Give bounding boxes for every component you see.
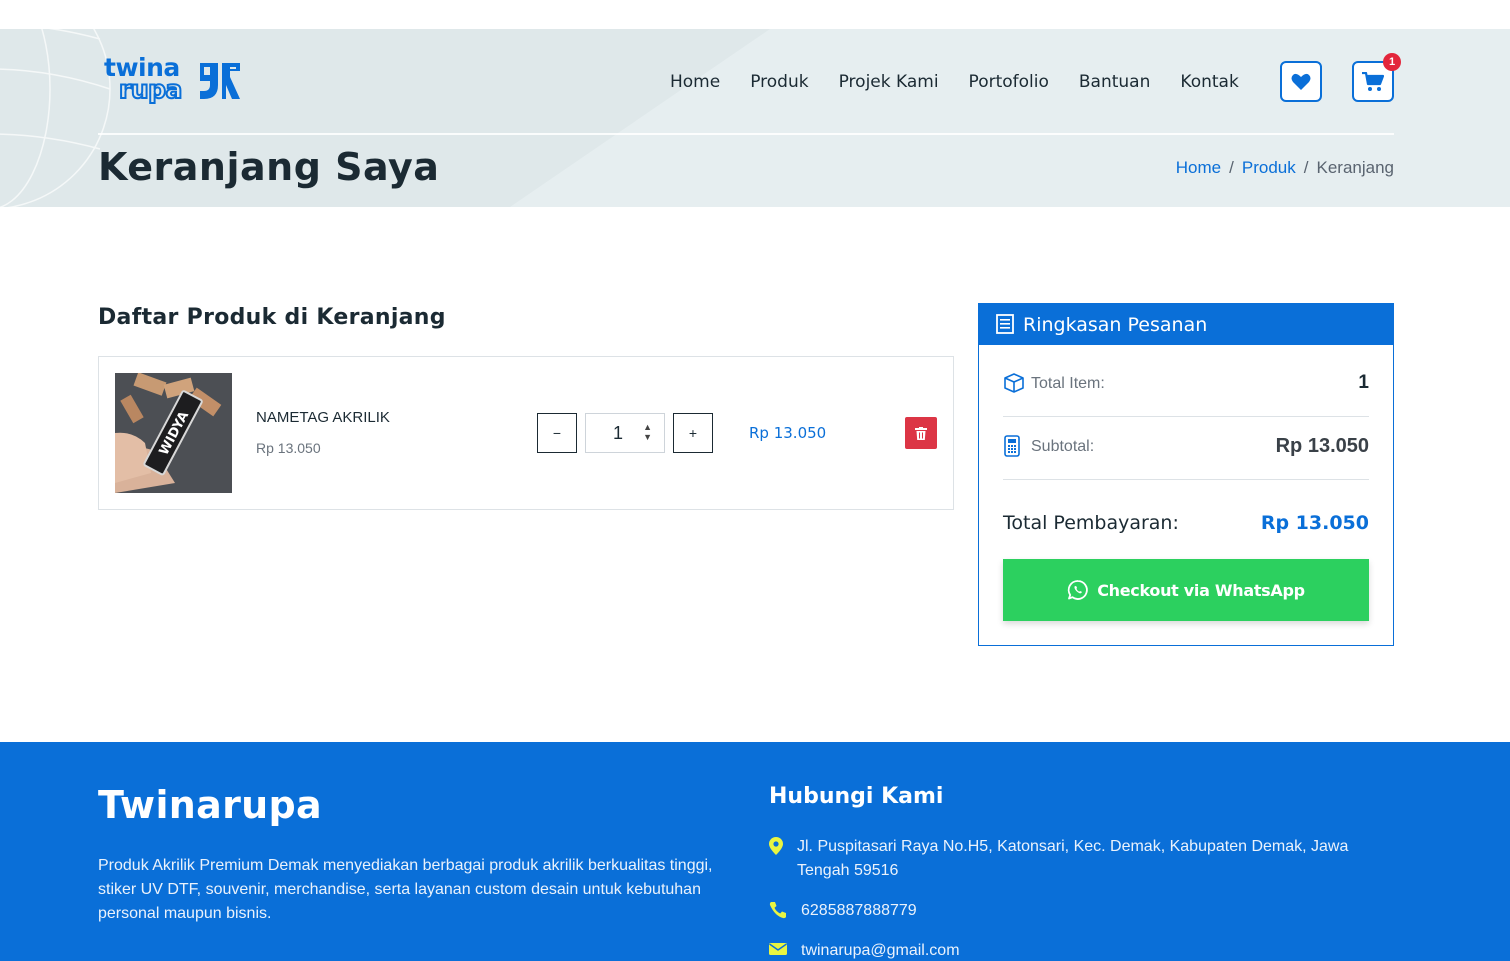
header-divider <box>98 133 1394 135</box>
nav-produk[interactable]: Produk <box>750 70 808 94</box>
order-summary-header: Ringkasan Pesanan <box>979 304 1393 345</box>
quantity-spinner-icon[interactable]: ▲ ▼ <box>643 422 652 442</box>
page-title: Keranjang Saya <box>98 145 440 189</box>
subtotal-row: Subtotal: Rp 13.050 <box>1003 435 1369 461</box>
receipt-icon <box>996 314 1014 334</box>
footer-address-text: Jl. Puspitasari Raya No.H5, Katonsari, K… <box>797 838 1349 879</box>
quantity-decrease-button[interactable]: − <box>537 413 577 453</box>
nav-projek-kami[interactable]: Projek Kami <box>839 70 939 94</box>
header-wedge <box>510 29 1510 207</box>
product-name[interactable]: NAMETAG AKRILIK <box>256 409 390 427</box>
quantity-input[interactable]: 1 ▲ ▼ <box>585 413 665 453</box>
breadcrumb: Home / Produk / Keranjang <box>1176 157 1394 179</box>
total-payment-label: Total Pembayaran: <box>1003 512 1179 534</box>
whatsapp-icon <box>1068 580 1089 600</box>
quantity-increase-button[interactable]: + <box>673 413 713 453</box>
nav-portofolio[interactable]: Portofolio <box>969 70 1049 94</box>
line-total: Rp 13.050 <box>749 424 827 442</box>
total-item-label: Total Item: <box>1031 375 1105 392</box>
map-pin-icon <box>769 837 783 855</box>
product-thumbnail[interactable]: WIDYA <box>115 373 232 493</box>
total-item-value: 1 <box>1358 372 1369 393</box>
trash-icon <box>915 426 927 440</box>
logo-mark-icon <box>200 63 240 99</box>
checkout-whatsapp-button[interactable]: Checkout via WhatsApp <box>1003 559 1369 621</box>
total-payment-value: Rp 13.050 <box>1260 512 1369 534</box>
main-nav: Home Produk Projek Kami Portofolio Bantu… <box>670 70 1239 94</box>
envelope-icon <box>769 943 787 955</box>
total-item-row: Total Item: 1 <box>1003 372 1369 396</box>
breadcrumb-home[interactable]: Home <box>1176 157 1221 179</box>
summary-divider <box>1003 416 1369 417</box>
heart-icon <box>1291 73 1311 90</box>
logo-word-rupa: rupa <box>118 75 183 104</box>
footer-description: Produk Akrilik Premium Demak menyediakan… <box>98 857 713 922</box>
top-strip <box>0 0 1510 29</box>
subtotal-label: Subtotal: <box>1031 438 1095 455</box>
footer-email-text[interactable]: twinarupa@gmail.com <box>801 939 1391 961</box>
summary-divider <box>1003 479 1369 480</box>
footer-phone-text[interactable]: 6285887888779 <box>801 899 1391 923</box>
box-icon <box>1004 373 1024 393</box>
calculator-icon <box>1004 435 1020 457</box>
footer-brand: Twinarupa <box>98 783 322 827</box>
subtotal-value: Rp 13.050 <box>1275 435 1369 457</box>
breadcrumb-separator: / <box>1303 158 1309 177</box>
product-unit-price: Rp 13.050 <box>256 440 321 456</box>
wishlist-button[interactable] <box>1280 61 1322 102</box>
cart-icon <box>1362 71 1384 91</box>
product-photo: WIDYA <box>115 373 232 493</box>
breadcrumb-separator: / <box>1229 158 1234 177</box>
breadcrumb-current: Keranjang <box>1316 158 1394 177</box>
nav-bantuan[interactable]: Bantuan <box>1079 70 1151 94</box>
footer-contact-heading: Hubungi Kami <box>769 784 944 809</box>
quantity-value: 1 <box>612 423 623 443</box>
site-logo[interactable]: twina rupa <box>104 55 244 107</box>
footer-address: Jl. Puspitasari Raya No.H5, Katonsari, K… <box>769 835 1389 883</box>
footer-email[interactable]: twinarupa@gmail.com <box>769 939 1389 961</box>
order-summary-card: Ringkasan Pesanan Total Item: 1 Subtotal… <box>978 303 1394 646</box>
breadcrumb-produk[interactable]: Produk <box>1242 157 1296 179</box>
phone-icon <box>769 902 786 919</box>
site-footer: Twinarupa Produk Akrilik Premium Demak m… <box>0 742 1510 961</box>
nav-kontak[interactable]: Kontak <box>1180 70 1238 94</box>
checkout-label: Checkout via WhatsApp <box>1097 580 1305 600</box>
nav-home[interactable]: Home <box>670 70 720 94</box>
footer-phone[interactable]: 6285887888779 <box>769 899 1389 923</box>
cart-count-badge: 1 <box>1383 53 1401 71</box>
order-summary-title: Ringkasan Pesanan <box>1023 314 1208 336</box>
remove-item-button[interactable] <box>905 417 937 449</box>
cart-section-title: Daftar Produk di Keranjang <box>98 305 446 330</box>
cart-item-row: WIDYA NAMETAG AKRILIK Rp 13.050 − 1 ▲ ▼ +… <box>98 356 954 510</box>
